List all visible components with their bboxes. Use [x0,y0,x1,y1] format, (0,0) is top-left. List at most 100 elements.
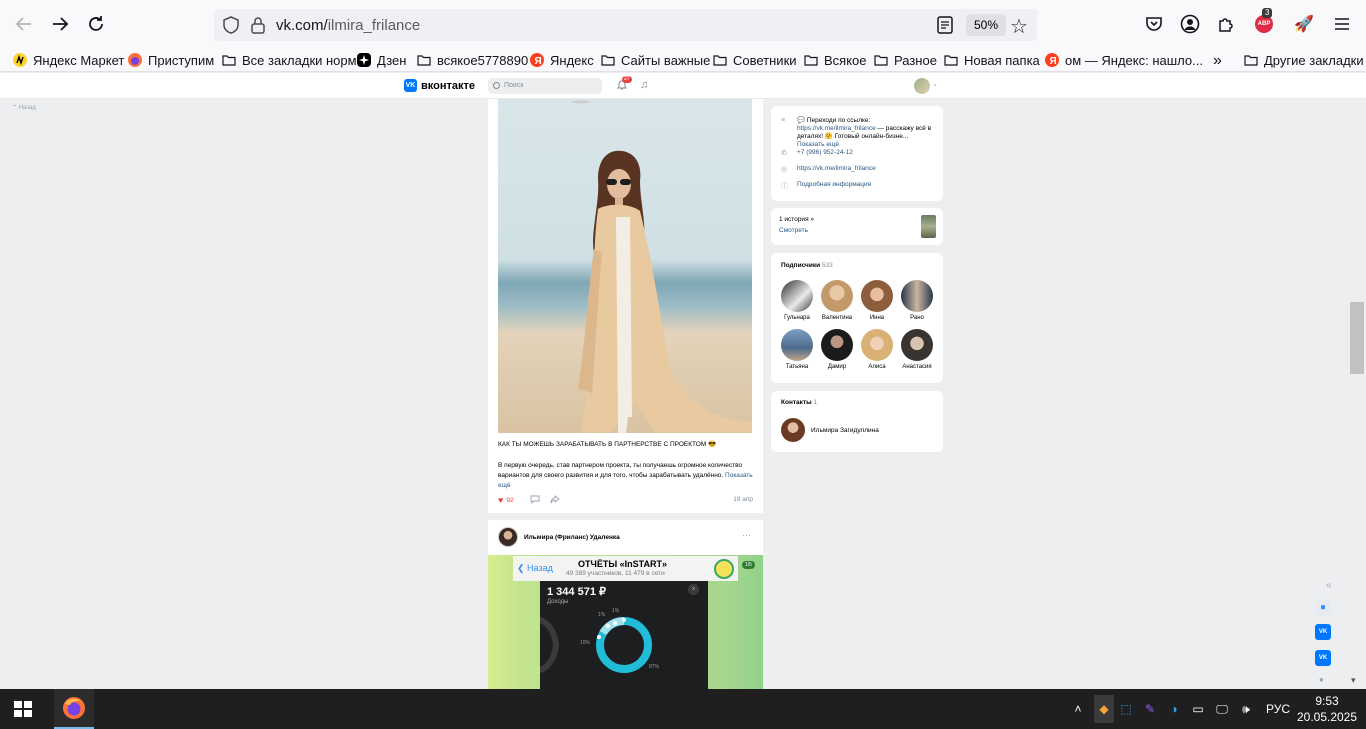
subscriber-item[interactable]: Дамир [817,329,857,370]
back-arrow-icon[interactable] [6,6,42,42]
clock[interactable]: 9:53 20.05.2025 [1296,693,1358,725]
status-link[interactable]: https://vk.me/ilmira_frilance [797,125,876,132]
zoom-indicator[interactable]: 50% [966,14,1007,36]
post-author[interactable]: Ильмира (Фриланс) Удаленка [498,527,620,547]
profile-details[interactable]: ⓘ Подробная информация [781,181,871,191]
bookmark-yandex-market[interactable]: Яндекс Маркет [12,52,124,68]
author-avatar[interactable] [498,527,518,547]
post-photo[interactable] [498,99,752,433]
bookmark-dzen[interactable]: Дзен [356,52,406,68]
post-screenshot-image[interactable]: ❮ Назад ОТЧЁТЫ «InSTART» 49 389 участник… [488,555,763,690]
forward-arrow-icon[interactable] [42,6,78,42]
lock-icon[interactable] [250,16,266,34]
tracking-shield-icon[interactable] [222,16,240,34]
back-to-top-link[interactable]: ⌃ Назад [12,104,36,111]
post-body: В первую очередь, став партнером проекта… [498,462,753,489]
folder-icon [1243,52,1259,68]
subscriber-item[interactable]: Татьяна [777,329,817,370]
volume-icon[interactable]: 🕪 [1238,701,1254,717]
image-counter: 1/5 [742,561,755,569]
chevron-up-icon[interactable]: ˄ [1070,701,1086,717]
rocket-extension-icon[interactable]: 🚀 [1292,12,1316,36]
subscriber-item[interactable]: Инна [857,280,897,321]
firefox-icon [127,52,143,68]
more-options-icon[interactable]: ··· [742,530,751,540]
subscriber-item[interactable]: Рано [897,280,937,321]
bookmark-various[interactable]: Разное [873,52,937,68]
vk-widget-icon[interactable]: VK [1315,650,1331,666]
bookmark-vsyakoe5778890[interactable]: всякое5778890 [416,52,528,68]
address-bar[interactable]: vk.com/ilmira_frilance 50% ☆ [214,9,1037,41]
bookmark-advisors[interactable]: Советники [712,52,797,68]
bookmark-new-folder[interactable]: Новая папка [943,52,1040,68]
reload-icon[interactable] [78,6,114,42]
url-text[interactable]: vk.com/ilmira_frilance [276,17,420,34]
bookmark-pristupim[interactable]: Приступим [127,52,214,68]
bookmark-star-icon[interactable]: ☆ [1010,14,1028,39]
scrollbar-thumb[interactable] [1350,302,1364,374]
user-avatar[interactable] [914,78,930,94]
like-button[interactable]: ♥ 92 [498,495,514,505]
telegram-chat-header: ❮ Назад ОТЧЁТЫ «InSTART» 49 389 участник… [513,556,738,581]
subscriber-avatar [901,329,933,361]
subscriber-item[interactable]: Алиса [857,329,897,370]
network-icon[interactable]: 🖵 [1214,701,1230,717]
chat-icon[interactable]: ● [1319,675,1324,684]
notifications-badge: 27 [622,76,632,83]
comment-icon[interactable] [530,495,540,506]
profile-phone[interactable]: ✆ +7 (996) 952-24-12 [781,149,853,157]
subscriber-avatar [821,280,853,312]
subscriber-item[interactable]: Анастасия [897,329,937,370]
share-icon[interactable] [550,495,560,506]
windows-start-icon[interactable] [14,701,32,717]
notes-widget-icon[interactable]: ≣ [1315,599,1331,615]
bookmark-important-sites[interactable]: Сайты важные [600,52,710,68]
contact-item[interactable]: Ильмира Загидуллина [781,418,879,442]
subscribers-title[interactable]: Подписчики 533 [781,262,833,269]
subscriber-item[interactable]: Гульнара [777,280,817,321]
vk-logo[interactable]: VK вконтакте [404,79,475,92]
screenshot-tool-icon[interactable]: ⬚ [1118,701,1134,717]
yandex-icon: Я [1044,52,1060,68]
subscriber-avatar [781,280,813,312]
battery-icon[interactable]: ▭ [1190,701,1206,717]
text-lines-icon: ≡ [781,117,786,124]
vk-widget-icon[interactable]: VK [1315,624,1331,640]
subscriber-item[interactable]: Валентина [817,280,857,321]
reader-view-icon[interactable] [936,16,954,34]
pen-icon[interactable]: ✎ [1142,701,1158,717]
contacts-title[interactable]: Контакты 1 [781,399,817,406]
account-icon[interactable] [1178,12,1202,36]
chevron-down-icon[interactable]: ⌄ [932,80,938,88]
status-show-more[interactable]: Показать ещё [797,141,839,148]
bookmark-all-bookmarks[interactable]: Все закладки норм [221,52,357,68]
vk-search-input[interactable]: Поиск [488,78,602,94]
bookmark-misc[interactable]: Всякое [803,52,867,68]
adblock-extension-icon[interactable]: АВР 3 [1252,8,1276,36]
story-thumbnail[interactable] [921,215,936,238]
bookmark-other-bookmarks[interactable]: Другие закладки [1243,52,1364,68]
tray-app-icon[interactable]: ◆ [1094,695,1114,723]
bookmarks-overflow-chevron-icon[interactable]: » [1213,52,1222,70]
wall-post: КАК ТЫ МОЖЕШЬ ЗАРАБАТЫВАТЬ В ПАРТНЕРСТВЕ… [488,99,763,513]
sync-icon[interactable]: ◑ [1166,701,1182,717]
extensions-puzzle-icon[interactable] [1214,12,1238,36]
menu-hamburger-icon[interactable] [1330,12,1354,36]
stories-count[interactable]: 1 история » [779,216,814,223]
post-date[interactable]: 19 апр [733,496,753,503]
pocket-icon[interactable] [1142,12,1166,36]
bookmark-yandex[interactable]: Я Яндекс [529,52,594,68]
profile-site[interactable]: ◎ https://vk.me/ilmira_frilance [781,165,876,173]
page-scrollbar[interactable] [1348,99,1366,689]
bookmark-yandex-search[interactable]: Яом — Яндекс: нашло... [1044,52,1203,68]
scroll-down-arrow-icon[interactable]: ▾ [1351,675,1356,686]
stories-card[interactable]: 1 история » Смотреть [771,208,943,245]
post-actions: ♥ 92 19 апр [498,495,753,505]
stories-watch-link[interactable]: Смотреть [779,227,808,234]
vk-header: VK вконтакте Поиск 27 ♫ ⌄ [0,73,1366,99]
language-indicator[interactable]: РУС [1266,702,1290,716]
firefox-taskbar-icon[interactable] [54,689,94,729]
collapse-panel-icon[interactable]: « [1326,580,1332,591]
music-icon[interactable]: ♫ [640,79,648,91]
folder-icon [943,52,959,68]
